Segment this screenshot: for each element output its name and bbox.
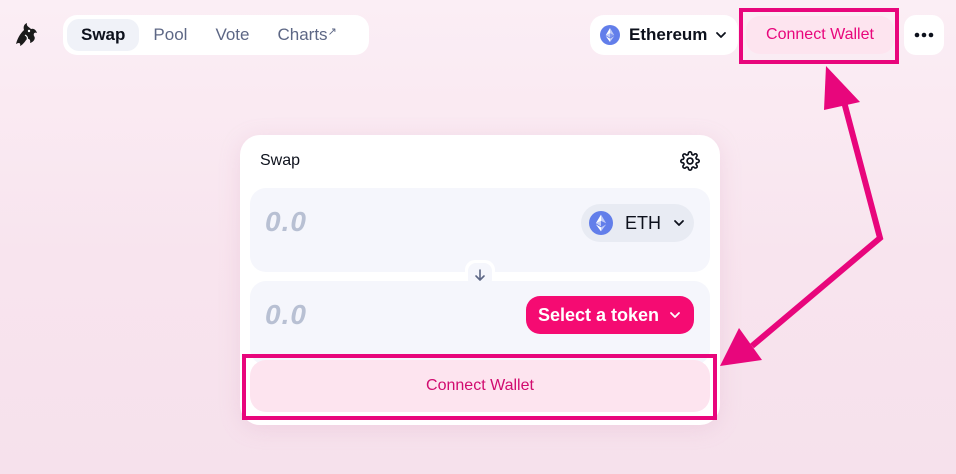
nav-item-swap-label: Swap — [81, 25, 126, 44]
network-selector-button[interactable]: Ethereum — [590, 15, 738, 55]
network-label: Ethereum — [629, 25, 708, 44]
nav-item-charts-label: Charts — [277, 25, 328, 44]
more-options-button[interactable] — [904, 15, 944, 55]
external-link-icon: ↗ — [327, 26, 337, 38]
output-amount-field[interactable]: 0.0 — [265, 299, 307, 331]
chevron-down-icon — [716, 32, 726, 38]
annotation-arrow-line — [750, 97, 884, 349]
swap-card-title: Swap — [260, 152, 301, 169]
uniswap-unicorn-logo-icon[interactable] — [12, 20, 42, 50]
nav-item-vote[interactable]: Vote — [201, 19, 263, 51]
nav-item-pool-label: Pool — [153, 25, 188, 44]
input-token-label: ETH — [625, 212, 661, 233]
nav-item-swap[interactable]: Swap — [67, 19, 140, 51]
ethereum-icon — [589, 211, 613, 235]
nav-item-vote-label: Vote — [215, 25, 250, 44]
ethereum-icon — [600, 25, 620, 45]
input-token-selector[interactable]: ETH — [581, 204, 694, 242]
annotation-arrowhead-top — [824, 66, 860, 110]
select-token-button[interactable]: Select a token — [526, 296, 694, 334]
input-amount-field[interactable]: 0.0 — [265, 206, 307, 238]
annotation-arrowhead-bottom — [720, 328, 762, 366]
chevron-down-icon — [674, 220, 684, 226]
arrow-down-icon — [475, 269, 485, 281]
highlight-box-header-connect — [739, 8, 899, 64]
chevron-down-icon — [670, 312, 680, 318]
nav-item-pool[interactable]: Pool — [139, 19, 201, 51]
gear-icon[interactable] — [680, 151, 700, 171]
nav-item-charts[interactable]: Charts↗ — [263, 19, 350, 51]
select-token-label: Select a token — [538, 304, 660, 325]
main-nav: Swap Pool Vote Charts↗ — [63, 15, 369, 55]
more-dots-icon — [914, 32, 934, 38]
highlight-box-swap-connect — [242, 354, 717, 420]
